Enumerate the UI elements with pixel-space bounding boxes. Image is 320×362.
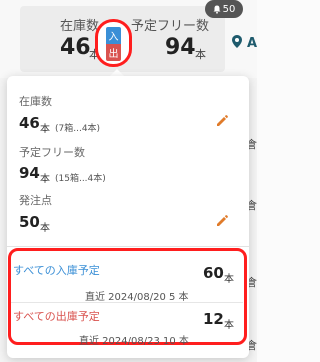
in-out-toggle[interactable]: 入 出 [95,19,132,67]
popover-stock-label: 在庫数 [19,95,52,108]
all-outgoing-link[interactable]: すべての出庫予定 [13,308,100,324]
stock-label: 在庫数 [60,19,100,34]
free-label: 予定フリー数 [131,19,210,34]
map-pin-icon [232,35,243,48]
pencil-icon[interactable] [215,214,229,228]
incoming-qty: 60 [203,264,224,282]
all-incoming-link[interactable]: すべての入庫予定 [13,262,100,278]
location-pin[interactable]: A [232,35,257,51]
popover-stock-detail: (7箱...4本) [55,124,101,134]
stock-value: 46 [60,35,91,60]
popover-stock-value: 46 [19,114,40,132]
outgoing-unit: 本 [224,320,234,331]
bell-icon [213,5,221,14]
popover-free-unit: 本 [40,174,50,185]
incoming-unit: 本 [224,274,234,285]
outgoing-recent: 直近 2024/08/23 10 本 [79,336,189,347]
popover-order-point-label: 発注点 [19,194,52,207]
popover-free-detail: (15箱...4本) [55,174,106,184]
popover-divider [7,246,249,247]
badge-count: 50 [222,3,236,15]
popover-free-value: 94 [19,164,40,182]
outgoing-qty: 12 [203,310,224,328]
stats-bar: 在庫数 46 本 予定フリー数 94 本 50 A 入 出 [0,0,257,78]
free-value: 94 [165,35,196,60]
free-unit: 本 [195,48,206,61]
location-text: A [246,36,257,51]
out-chip: 出 [106,44,121,61]
popover-order-point-unit: 本 [40,223,50,234]
incoming-recent: 直近 2024/08/20 5 本 [85,292,189,303]
notification-badge[interactable]: 50 [205,0,243,18]
pencil-icon[interactable] [215,114,229,128]
popover-order-point-value: 50 [19,213,40,231]
in-chip: 入 [106,27,121,44]
popover-stock-unit: 本 [40,124,50,135]
plans-divider [11,302,243,303]
popover-free-label: 予定フリー数 [19,146,85,159]
